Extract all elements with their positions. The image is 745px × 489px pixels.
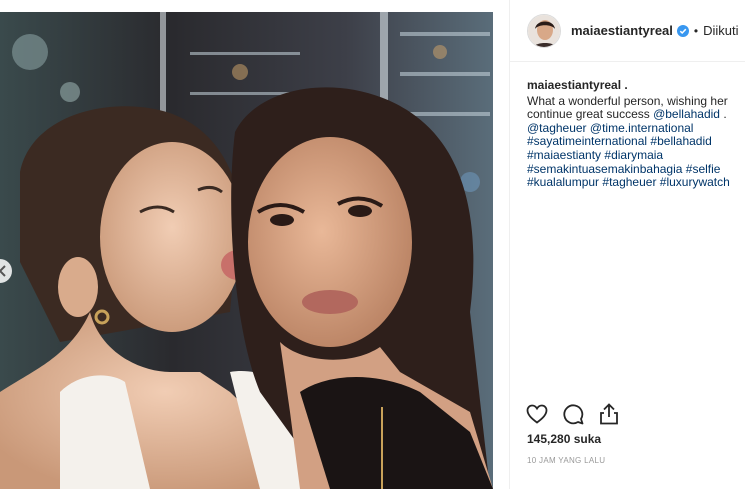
mention-link[interactable]: @bellahadid xyxy=(653,107,720,121)
hashtag-link[interactable]: #semakintuasemakinbahagia xyxy=(527,162,682,176)
like-button[interactable] xyxy=(525,402,549,426)
caption-username[interactable]: maiaestiantyreal . xyxy=(527,78,742,93)
post-caption: maiaestiantyreal . What a wonderful pers… xyxy=(527,78,742,190)
heart-icon xyxy=(526,404,548,424)
follow-status-button[interactable]: Diikuti xyxy=(703,23,738,38)
hashtag-link[interactable]: #luxurywatch xyxy=(660,175,730,189)
header-username[interactable]: maiaestiantyreal xyxy=(571,23,673,38)
comment-icon xyxy=(563,404,584,425)
post-photo[interactable] xyxy=(0,12,493,489)
post-side-panel: maiaestiantyreal • Diikuti maiaestiantyr… xyxy=(509,0,745,489)
post-header: maiaestiantyreal • Diikuti xyxy=(510,0,745,62)
avatar-image xyxy=(528,14,560,47)
comment-button[interactable] xyxy=(561,402,585,426)
action-bar xyxy=(525,402,621,426)
caption-text-segment: . xyxy=(719,107,727,122)
hashtag-link[interactable]: #bellahadid xyxy=(650,134,711,149)
avatar[interactable] xyxy=(527,13,561,48)
hashtag-link[interactable]: #diarymaia xyxy=(604,148,663,162)
chevron-left-icon xyxy=(0,265,6,277)
like-count[interactable]: 145,280 suka xyxy=(527,432,601,446)
hashtag-link[interactable]: #kualalumpur xyxy=(527,175,599,189)
hashtag-link[interactable]: #selfie xyxy=(686,162,721,176)
hashtag-link[interactable]: #maiaestianty xyxy=(527,148,601,162)
mention-link[interactable]: @tagheuer xyxy=(527,121,587,135)
caption-text: What a wonderful person, wishing her con… xyxy=(527,94,730,190)
mention-link[interactable]: @time.international xyxy=(590,121,694,135)
share-icon xyxy=(600,403,618,425)
hashtag-link[interactable]: #sayatimeinternational xyxy=(527,134,647,149)
selfie-image xyxy=(0,12,493,489)
hashtag-link[interactable]: #tagheuer xyxy=(602,175,656,189)
separator-dot: • xyxy=(693,23,699,38)
post-timestamp[interactable]: 10 JAM YANG LALU xyxy=(527,456,605,465)
share-button[interactable] xyxy=(597,402,621,426)
verified-badge-icon xyxy=(676,24,689,37)
